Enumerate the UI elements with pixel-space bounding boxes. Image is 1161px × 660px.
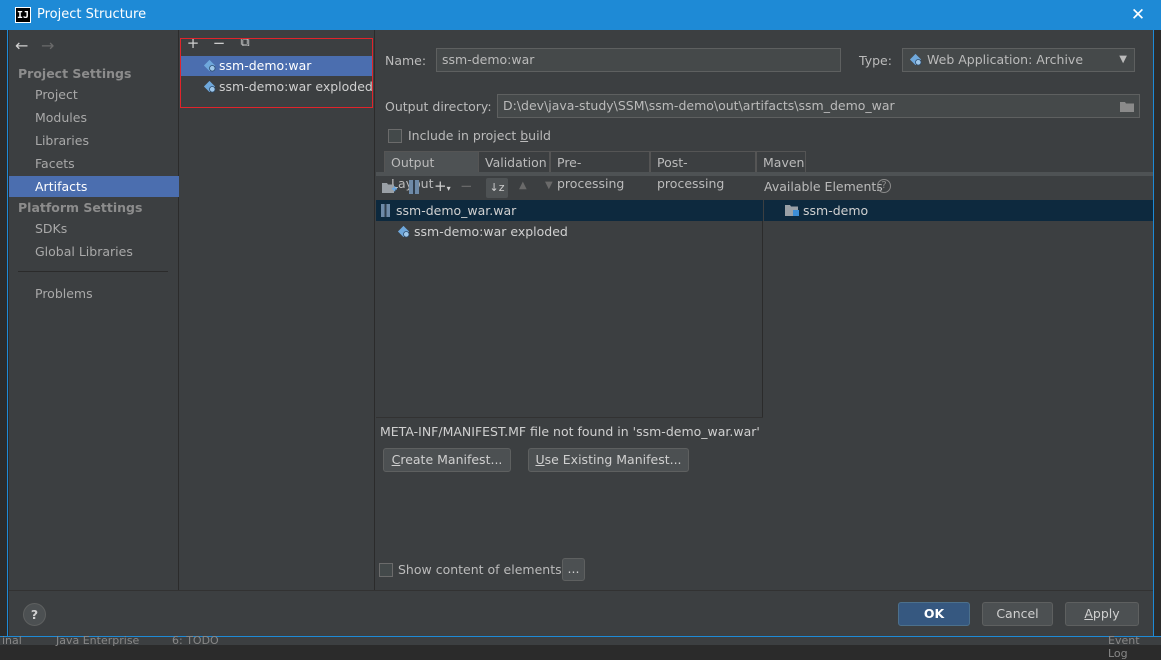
platform-settings-header: Platform Settings [18,200,143,215]
close-icon[interactable]: ✕ [1126,3,1150,27]
sidebar-item-sdks[interactable]: SDKs [9,218,179,239]
intellij-app-icon: IJ [15,7,31,23]
ide-window: IJ Project Structure ✕ inal Java Enterpr… [0,0,1161,660]
archive-icon[interactable] [409,180,419,194]
artifact-gem-icon [909,53,922,66]
available-item-ssm-demo[interactable]: ssm-demo [764,200,1153,221]
sidebar-item-problems[interactable]: Problems [9,283,179,304]
artifact-details-panel: Name: ssm-demo:war Type: Web Application… [376,30,1153,590]
use-existing-manifest-button[interactable]: Use Existing Manifest... [528,448,689,472]
remove-element-icon[interactable]: − [460,177,473,195]
tab-maven[interactable]: Maven [756,151,806,172]
status-event-log: Event Log [1108,634,1140,660]
module-folder-icon [785,205,799,216]
create-manifest-button[interactable]: Create Manifest... [383,448,511,472]
move-up-icon[interactable]: ▲ [519,180,527,191]
manifest-message: META-INF/MANIFEST.MF file not found in '… [380,424,760,439]
artifacts-list-panel: + − ⧉ ssm-demo:war ssm-demo:war exploded [180,30,375,590]
help-circle-icon[interactable]: ? [877,179,891,193]
move-down-icon[interactable]: ▼ [545,180,553,191]
dialog-title: Project Structure [37,7,147,22]
back-arrow-icon[interactable]: ← [15,36,28,55]
tab-post-processing[interactable]: Post-processing [650,151,756,191]
browse-folder-icon[interactable] [1120,100,1134,112]
include-in-build-label: Include in project build [408,128,551,143]
ellipsis-button[interactable]: ... [562,558,585,581]
add-element-icon[interactable]: +▾ [434,177,451,195]
tab-pre-processing[interactable]: Pre-processing [550,151,650,191]
sidebar-item-artifacts[interactable]: Artifacts [9,176,179,197]
sidebar-item-facets[interactable]: Facets [9,153,179,174]
cancel-button[interactable]: Cancel [982,602,1053,626]
sidebar-item-modules[interactable]: Modules [9,107,179,128]
output-directory-field[interactable]: D:\dev\java-study\SSM\ssm-demo\out\artif… [497,94,1140,118]
tab-underline [376,172,1153,176]
tab-output-layout[interactable]: Output Layout [384,151,479,191]
sidebar-item-libraries[interactable]: Libraries [9,130,179,151]
show-content-label: Show content of elements [398,562,562,577]
type-value: Web Application: Archive [927,52,1084,67]
ok-button[interactable]: OK [898,602,970,626]
tree-row-war-exploded[interactable]: ssm-demo:war exploded [376,221,763,242]
tree-row-war-file[interactable]: ssm-demo_war.war [376,200,763,221]
name-field[interactable]: ssm-demo:war [436,48,841,72]
type-dropdown[interactable]: Web Application: Archive ▼ [902,48,1135,72]
archive-icon [381,204,390,217]
title-bar: IJ Project Structure ✕ [0,0,1161,30]
available-elements-label: Available Elements [764,179,883,194]
output-directory-label: Output directory: [385,99,492,114]
available-elements-tree: ssm-demo [764,200,1153,221]
background-editor-left [0,30,8,645]
output-directory-value: D:\dev\java-study\SSM\ssm-demo\out\artif… [503,98,895,113]
new-directory-icon[interactable] [382,181,397,194]
sidebar-divider [18,271,168,272]
background-editor-right [1153,30,1161,645]
manifest-divider [376,417,763,418]
help-button[interactable]: ? [23,603,46,626]
output-layout-tree: ssm-demo_war.war ssm-demo:war exploded [376,200,763,417]
available-item-label: ssm-demo [803,203,869,218]
show-content-checkbox[interactable] [379,563,393,577]
include-in-build-checkbox[interactable] [388,129,402,143]
tab-validation[interactable]: Validation [478,151,550,172]
chevron-down-icon: ▼ [1119,54,1127,65]
background-status-bar: inal Java Enterprise 6: TODO Event Log [0,634,1161,660]
apply-button[interactable]: Apply [1065,602,1139,626]
artifact-gem-icon [397,225,410,238]
sidebar-item-global-libraries[interactable]: Global Libraries [9,241,179,262]
settings-sidebar: ← → Project Settings Project Modules Lib… [9,30,179,590]
type-label: Type: [859,53,892,68]
name-label: Name: [385,53,427,68]
project-structure-dialog: ← → Project Settings Project Modules Lib… [9,30,1153,636]
project-settings-header: Project Settings [18,66,132,81]
forward-arrow-icon[interactable]: → [41,36,54,55]
tree-row-label: ssm-demo_war.war [396,203,517,218]
sort-elements-icon[interactable]: ↓z [486,178,508,198]
sidebar-item-project[interactable]: Project [9,84,179,105]
tree-row-label: ssm-demo:war exploded [414,224,568,239]
highlight-annotation-box [180,38,373,108]
